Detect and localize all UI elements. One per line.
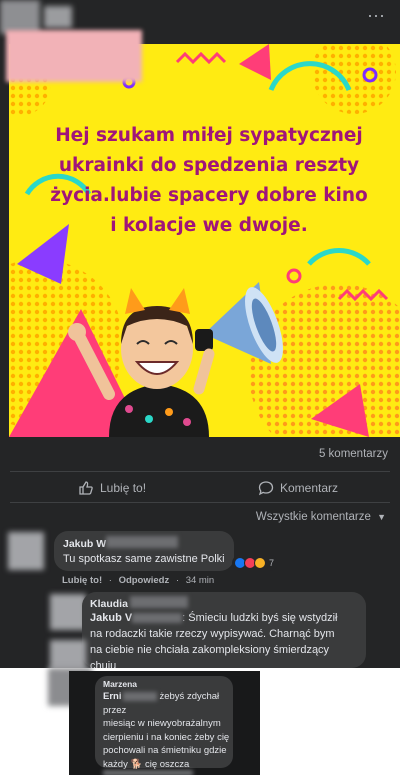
comment-sort-dropdown[interactable]: Wszystkie komentarze ▼	[256, 511, 386, 523]
post-stats: 5 komentarzy	[0, 438, 400, 470]
post-image-line: Hej szukam miłej sypatycznej	[55, 125, 363, 146]
comment-button[interactable]: Komentarz	[258, 478, 338, 498]
comment-like-link[interactable]: Lubię to!	[62, 575, 102, 586]
comment-reactions[interactable]: 7	[232, 555, 279, 571]
mention-redaction	[132, 613, 183, 624]
pasted-comment-screenshot: Marzena Erni żebyś zdychał przez miesiąc …	[69, 671, 260, 775]
post-image-line: i kolacje we dwoje.	[110, 215, 308, 236]
comment-text: Jakub V ː Śmieciu ludzki byś się wstydził…	[90, 610, 362, 674]
reaction-count: 7	[269, 558, 275, 568]
comment-text-line: cierpieniu i na koniec żeby cię	[103, 731, 230, 743]
post-card: ··· Hej szukam miłej sypatycznej ukraink…	[0, 0, 400, 775]
mention-redaction	[123, 691, 158, 701]
post-image[interactable]: Hej szukam miłej sypatycznej ukrainki do…	[9, 44, 400, 437]
comment-text: Erni żebyś zdychał przez miesiąc w niewyo…	[103, 690, 231, 771]
commenter-avatar[interactable]	[8, 532, 44, 570]
post-header: ···	[0, 0, 400, 34]
post-image-text: Hej szukam miłej sypatycznej ukrainki do…	[29, 121, 389, 241]
author-redaction	[106, 536, 178, 548]
post-actions: Lubię to! Komentarz	[0, 472, 400, 502]
dog-emoji-icon: 🐕	[130, 758, 143, 770]
comment-mention[interactable]: Jakub V	[90, 612, 132, 624]
comment-icon	[258, 481, 274, 496]
comment-author-suffix: W	[96, 538, 107, 550]
redaction-overlay	[6, 30, 142, 82]
comment-text-line: miesiąc w niewyobrażalnym	[103, 718, 221, 729]
thumbs-up-icon	[79, 481, 93, 495]
comment-time: 34 min	[185, 575, 215, 586]
author-avatar[interactable]	[0, 0, 40, 34]
comment-author[interactable]: Marzena	[103, 679, 137, 689]
comment-meta: Lubię to! · Odpowiedz · 34 min	[62, 575, 215, 586]
comment-reply-link[interactable]: Odpowiedz	[119, 575, 170, 586]
comment-author-name: Jakub	[63, 538, 94, 550]
comment-text-after-emoji: cię oszcza	[144, 758, 190, 770]
author-redaction	[130, 596, 188, 608]
comment-author[interactable]: Jakub W	[63, 538, 106, 550]
divider	[10, 502, 390, 503]
caret-down-icon: ▼	[377, 512, 386, 522]
comment-text-before-emoji: każdy	[103, 758, 128, 770]
like-button[interactable]: Lubię to!	[78, 478, 146, 498]
like-label: Lubię to!	[100, 481, 147, 495]
comment-text: Tu spotkasz same zawistne Polki	[63, 553, 225, 565]
meta-redaction	[103, 770, 193, 775]
post-image-line: życia.lubie spacery dobre kino	[50, 185, 368, 206]
comment-text-line: na rodaczki takie rzeczy wypisywać. Char…	[90, 628, 335, 640]
commenter-avatar[interactable]	[50, 594, 86, 630]
post-image-line: ukrainki do spedzenia reszty	[58, 155, 360, 176]
more-horizontal-icon[interactable]: ···	[366, 6, 386, 24]
comment-author[interactable]: Klaudia	[90, 598, 128, 610]
comment-sort-label: Wszystkie komentarze	[255, 511, 371, 523]
comments-count[interactable]: 5 komentarzy	[319, 448, 388, 460]
comment-text-first: ː Śmieciu ludzki byś się wstydził	[182, 612, 338, 624]
comment-text-line: na ciebie nie chciała zakompleksiony śmi…	[90, 644, 330, 656]
author-name-redacted[interactable]	[44, 6, 72, 28]
comment-label: Komentarz	[280, 481, 339, 495]
haha-reaction-icon	[254, 557, 266, 569]
comment-mention[interactable]: Erni	[103, 691, 121, 702]
comment-text-line: pochowali na śmietniku gdzie	[103, 745, 227, 756]
